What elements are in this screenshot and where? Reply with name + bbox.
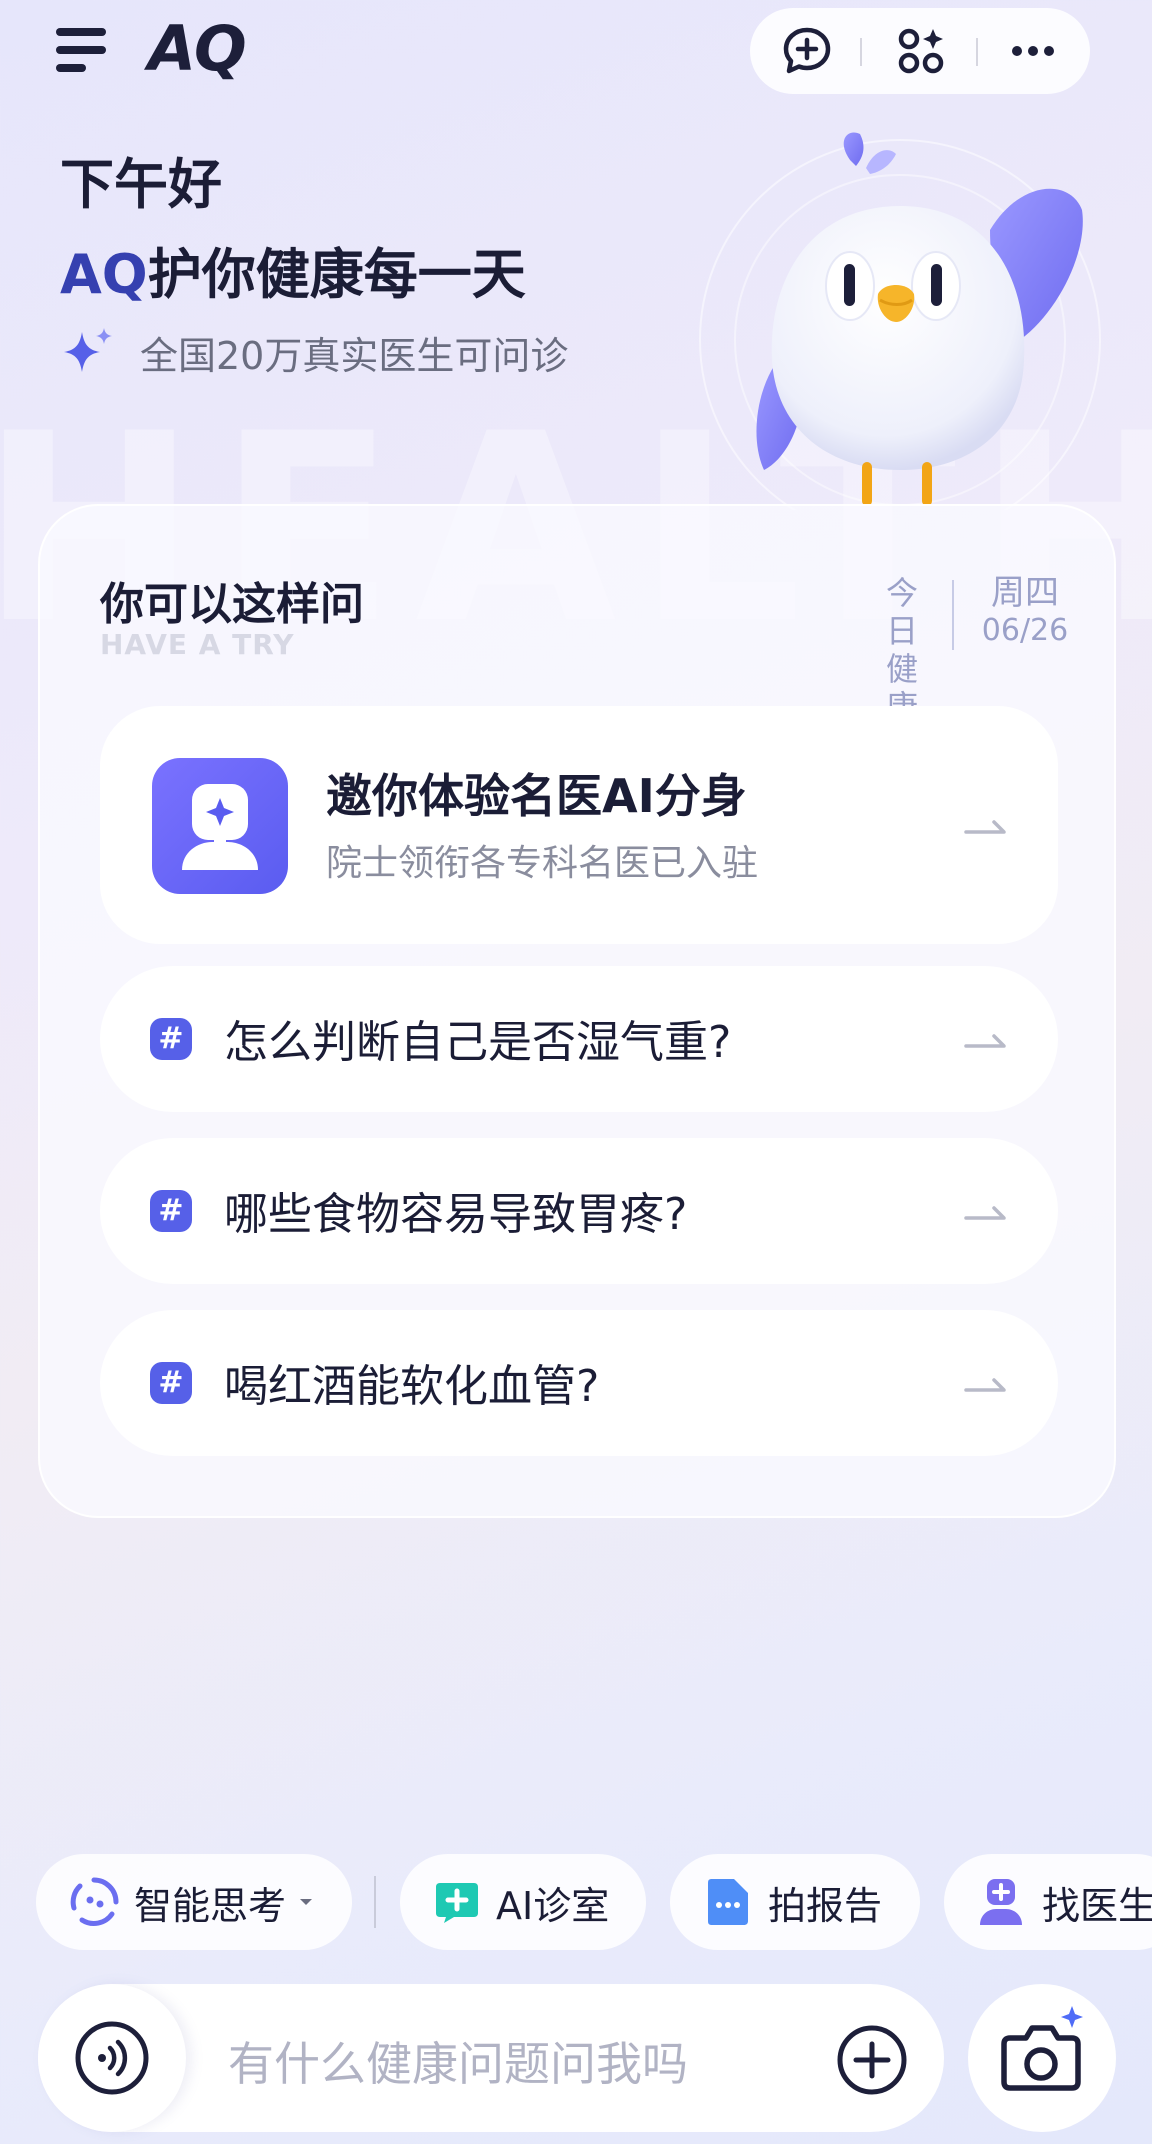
banner-title: 邀你体验名医AI分身	[326, 769, 747, 823]
greeting-tagline: AQ护你健康每一天	[60, 230, 526, 309]
greeting-title: 下午好	[60, 153, 222, 216]
toolbar-divider	[374, 1876, 376, 1928]
today-line-1: 今日	[885, 574, 918, 650]
report-icon	[708, 1879, 748, 1925]
card-title: 你可以这样问	[100, 579, 364, 630]
date-divider	[952, 580, 954, 650]
hashtag-icon: #	[150, 1190, 192, 1232]
doctor-icon	[980, 1879, 1022, 1925]
card-subtitle: HAVE A TRY	[100, 628, 295, 661]
doctor-count-line: 全国20万真实医生可问诊	[60, 322, 568, 382]
top-actions-group	[750, 8, 1090, 94]
voice-input-button[interactable]	[38, 1984, 186, 2132]
caret-down-icon	[300, 1899, 313, 1905]
ai-clinic-chip[interactable]: AI诊室	[400, 1854, 646, 1950]
camera-button[interactable]	[968, 1984, 1116, 2132]
tagline-text: 护你健康每一天	[147, 243, 526, 306]
today-health-label: 今日健康	[872, 574, 932, 726]
doctor-count-text: 全国20万真实医生可问诊	[140, 333, 569, 378]
question-text: 哪些食物容易导致胃疼?	[224, 1189, 688, 1240]
more-icon[interactable]	[1008, 26, 1058, 76]
chip-label: 找医生	[1042, 1883, 1152, 1928]
date: 06/26	[981, 613, 1069, 648]
tagline-brand: AQ	[60, 243, 148, 306]
chat-input-bar: 有什么健康问题问我吗	[38, 1984, 944, 2132]
question-text: 喝红酒能软化血管?	[224, 1361, 600, 1412]
doctor-avatar-icon	[152, 758, 288, 894]
chat-input-field[interactable]: 有什么健康问题问我吗	[228, 2028, 688, 2094]
arrow-right-icon	[964, 1034, 1006, 1048]
mascot-bird-illustration	[699, 132, 1101, 510]
suggested-question-2[interactable]: # 哪些食物容易导致胃疼?	[100, 1138, 1058, 1284]
suggested-question-1[interactable]: # 怎么判断自己是否湿气重?	[100, 966, 1058, 1112]
voice-icon	[75, 2021, 149, 2095]
chip-label: 拍报告	[768, 1883, 883, 1928]
hashtag-icon: #	[150, 1362, 192, 1404]
sparkle-icon	[64, 328, 112, 372]
find-doctor-chip[interactable]: 找医生	[944, 1854, 1152, 1950]
camera-icon	[1001, 2006, 1083, 2091]
new-chat-icon[interactable]	[782, 26, 832, 76]
date-block: 周四 06/26	[970, 574, 1080, 650]
menu-icon[interactable]	[56, 28, 110, 74]
banner-subtitle: 院士领衔各专科名医已入驻	[326, 843, 759, 884]
arrow-right-icon	[964, 1206, 1006, 1220]
suggested-question-3[interactable]: # 喝红酒能软化血管?	[100, 1310, 1058, 1456]
arrow-right-icon	[964, 1378, 1006, 1392]
thinking-icon	[70, 1877, 119, 1926]
smart-thinking-chip[interactable]: 智能思考	[36, 1854, 352, 1950]
famous-doctor-ai-banner[interactable]: 邀你体验名医AI分身 院士领衔各专科名医已入驻	[100, 706, 1058, 944]
question-text: 怎么判断自己是否湿气重?	[224, 1017, 732, 1068]
hashtag-icon: #	[150, 1018, 192, 1060]
clinic-icon	[436, 1883, 478, 1923]
chip-label: AI诊室	[496, 1883, 610, 1928]
arrow-right-icon	[964, 820, 1006, 834]
weekday: 周四	[991, 573, 1059, 613]
suggestion-card: 你可以这样问 HAVE A TRY 今日健康 周四 06/26 邀你体验名医AI…	[38, 504, 1116, 1518]
app-logo: AQ	[148, 12, 247, 85]
add-attachment-icon[interactable]	[836, 2024, 908, 2096]
apps-icon[interactable]	[896, 26, 946, 76]
top-bar: AQ	[0, 0, 1152, 110]
photo-report-chip[interactable]: 拍报告	[670, 1854, 920, 1950]
chip-label: 智能思考	[134, 1883, 287, 1928]
